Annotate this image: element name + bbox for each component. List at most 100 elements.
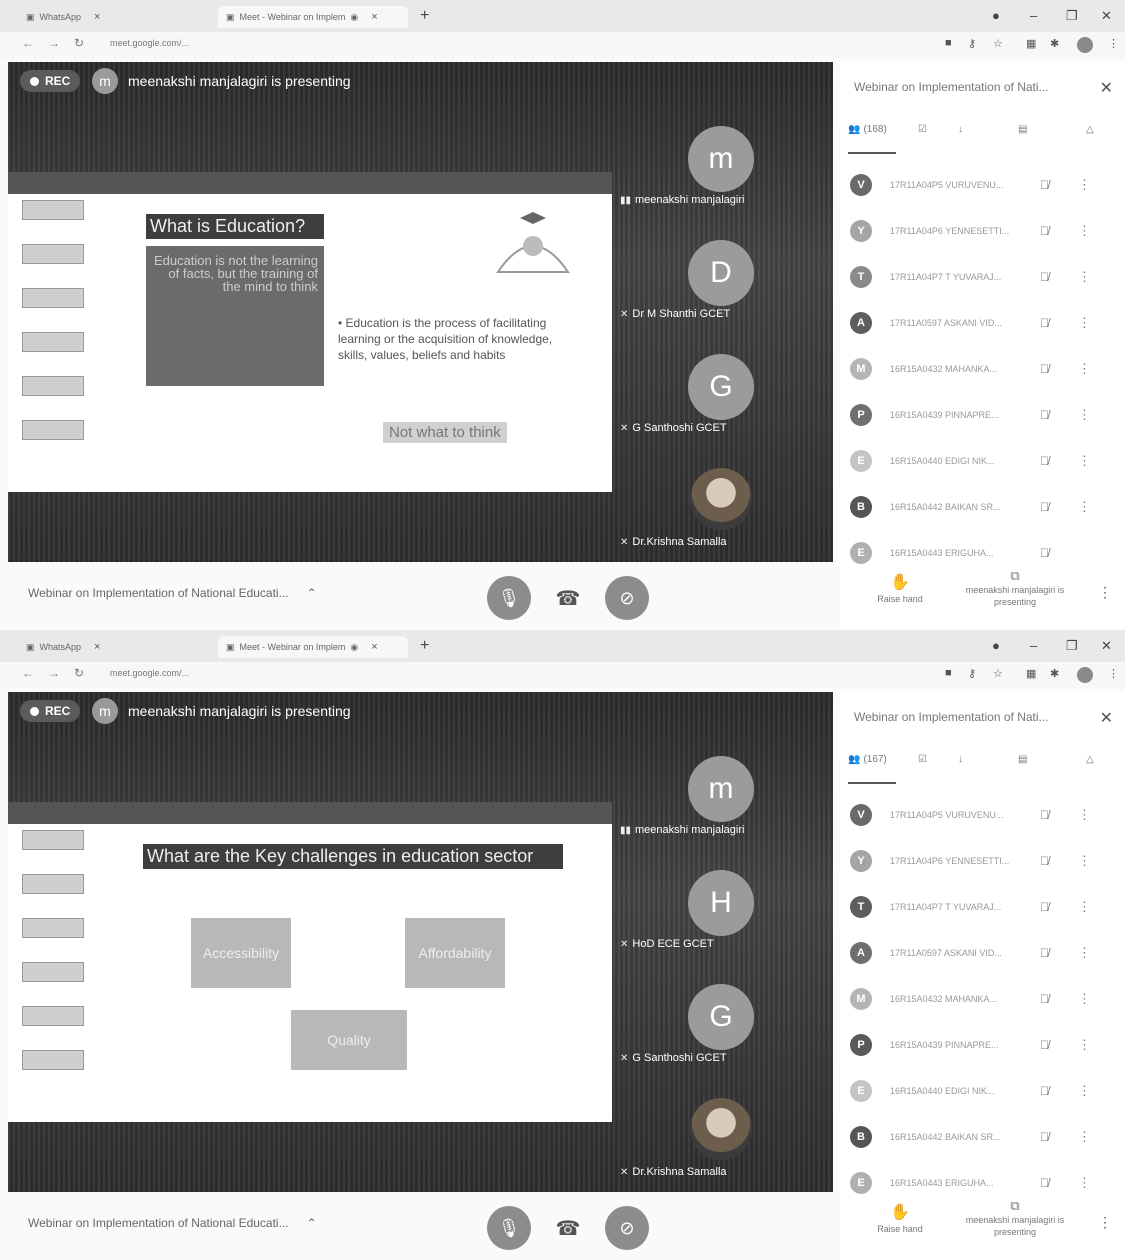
- raise-hand-button[interactable]: ✋ Raise hand: [870, 572, 930, 604]
- participant-tile-avatar[interactable]: D: [688, 240, 754, 306]
- participant-tile-avatar[interactable]: H: [688, 870, 754, 936]
- window-close-icon[interactable]: ✕: [1101, 8, 1112, 24]
- browser-menu-icon[interactable]: ⋮: [1108, 667, 1119, 680]
- close-tab-icon[interactable]: ×: [94, 641, 100, 653]
- more-options-icon[interactable]: ⋮: [1078, 453, 1091, 469]
- participant-photo[interactable]: [690, 1098, 752, 1160]
- browser-tab-meet[interactable]: ▣ Meet - Webinar on Implem ◉ ×: [218, 6, 408, 28]
- close-tab-icon[interactable]: ×: [94, 11, 100, 23]
- participant-tile-avatar[interactable]: G: [688, 984, 754, 1050]
- slide-thumbnail[interactable]: [22, 420, 84, 440]
- mic-toggle-button[interactable]: 🎙: [487, 1206, 531, 1250]
- tab-people[interactable]: 👥 (167): [848, 754, 887, 765]
- more-options-icon[interactable]: ⋮: [1078, 899, 1091, 915]
- more-options-icon[interactable]: ⋮: [1078, 223, 1091, 239]
- meeting-details[interactable]: Webinar on Implementation of National Ed…: [28, 586, 317, 600]
- list-item[interactable]: E 16R15A0440 EDIGI NIK... 🎙̸ ⋮: [850, 438, 1120, 484]
- key-icon[interactable]: ⚷: [968, 667, 976, 680]
- mic-off-icon[interactable]: 🎙̸: [1040, 1084, 1049, 1098]
- participant-tile-avatar[interactable]: m: [688, 756, 754, 822]
- slide-thumbnail[interactable]: [22, 332, 84, 352]
- list-item[interactable]: B 16R15A0442 BAIKAN SR... 🎙̸ ⋮: [850, 1114, 1120, 1160]
- mic-toggle-button[interactable]: 🎙: [487, 576, 531, 620]
- reload-icon[interactable]: ↻: [74, 36, 84, 50]
- more-options-icon[interactable]: ⋮: [1078, 177, 1091, 193]
- slide-thumbnail[interactable]: [22, 244, 84, 264]
- puzzle-icon[interactable]: ✱: [1050, 667, 1059, 680]
- tab-checklist[interactable]: ☑: [918, 754, 927, 765]
- more-options-icon[interactable]: ⋮: [1078, 315, 1091, 331]
- forward-icon[interactable]: →: [48, 666, 60, 680]
- tab-activities[interactable]: △: [1086, 124, 1094, 135]
- close-tab-icon[interactable]: ×: [371, 11, 377, 23]
- list-item[interactable]: M 16R15A0432 MAHANKA... 🎙̸ ⋮: [850, 976, 1120, 1022]
- leave-call-button[interactable]: ☎: [546, 1206, 590, 1250]
- close-tab-icon[interactable]: ×: [371, 641, 377, 653]
- browser-avatar[interactable]: [1077, 667, 1093, 683]
- browser-tab-whatsapp[interactable]: ▣ WhatsApp ×: [18, 6, 218, 28]
- more-options-icon[interactable]: ⋮: [1078, 361, 1091, 377]
- tab-download[interactable]: ↓: [958, 124, 963, 135]
- slide-thumbnail[interactable]: [22, 918, 84, 938]
- restore-icon[interactable]: ❐: [1066, 8, 1078, 24]
- mic-off-icon[interactable]: 🎙̸: [1040, 946, 1049, 960]
- tab-chat[interactable]: ▤: [1018, 124, 1027, 135]
- tab-people[interactable]: 👥 (168): [848, 124, 887, 135]
- minimize-icon[interactable]: –: [1030, 638, 1037, 653]
- mic-off-icon[interactable]: 🎙̸: [1040, 1130, 1049, 1144]
- star-icon[interactable]: ☆: [993, 667, 1003, 680]
- back-icon[interactable]: ←: [22, 666, 34, 680]
- mic-off-icon[interactable]: 🎙̸: [1040, 224, 1049, 238]
- mic-off-icon[interactable]: 🎙̸: [1040, 500, 1049, 514]
- more-options-icon[interactable]: ⋮: [1098, 584, 1112, 601]
- tab-activities[interactable]: △: [1086, 754, 1094, 765]
- tab-download[interactable]: ↓: [958, 754, 963, 765]
- more-options-icon[interactable]: ⋮: [1078, 807, 1091, 823]
- more-options-icon[interactable]: ⋮: [1078, 853, 1091, 869]
- list-item[interactable]: T 17R11A04P7 T YUVARAJ... 🎙̸ ⋮: [850, 884, 1120, 930]
- more-options-icon[interactable]: ⋮: [1078, 945, 1091, 961]
- close-icon[interactable]: ✕: [1100, 78, 1113, 98]
- more-options-icon[interactable]: ⋮: [1078, 991, 1091, 1007]
- presenting-status[interactable]: ⧉ meenakshi manjalagiri is presenting: [960, 1199, 1070, 1238]
- tab-chat[interactable]: ▤: [1018, 754, 1027, 765]
- chevron-up-icon[interactable]: ⌃: [307, 586, 317, 600]
- mic-off-icon[interactable]: 🎙̸: [1040, 316, 1049, 330]
- slide-thumbnail[interactable]: [22, 376, 84, 396]
- leave-call-button[interactable]: ☎: [546, 576, 590, 620]
- more-options-icon[interactable]: ⋮: [1078, 1037, 1091, 1053]
- list-item[interactable]: P 16R15A0439 PINNAPRE... 🎙̸ ⋮: [850, 392, 1120, 438]
- mic-off-icon[interactable]: 🎙̸: [1040, 178, 1049, 192]
- puzzle-icon[interactable]: ✱: [1050, 37, 1059, 50]
- slide-thumbnail[interactable]: [22, 962, 84, 982]
- more-options-icon[interactable]: ⋮: [1078, 407, 1091, 423]
- new-tab-icon[interactable]: +: [420, 7, 429, 25]
- participant-tile-avatar[interactable]: m: [688, 126, 754, 192]
- close-icon[interactable]: ✕: [1100, 708, 1113, 728]
- mic-off-icon[interactable]: 🎙̸: [1040, 270, 1049, 284]
- key-icon[interactable]: ⚷: [968, 37, 976, 50]
- slide-thumbnail[interactable]: [22, 1006, 84, 1026]
- browser-menu-icon[interactable]: ⋮: [1108, 37, 1119, 50]
- extension-icon[interactable]: ▦: [1026, 667, 1036, 680]
- list-item[interactable]: A 17R11A0597 ASKANI VID... 🎙̸ ⋮: [850, 930, 1120, 976]
- list-item[interactable]: P 16R15A0439 PINNAPRE... 🎙̸ ⋮: [850, 1022, 1120, 1068]
- slide-thumbnail[interactable]: [22, 288, 84, 308]
- more-options-icon[interactable]: ⋮: [1078, 499, 1091, 515]
- back-icon[interactable]: ←: [22, 36, 34, 50]
- more-options-icon[interactable]: ⋮: [1098, 1214, 1112, 1231]
- restore-icon[interactable]: ❐: [1066, 638, 1078, 654]
- mic-off-icon[interactable]: 🎙̸: [1040, 408, 1049, 422]
- list-item[interactable]: E 16R15A0440 EDIGI NIK... 🎙̸ ⋮: [850, 1068, 1120, 1114]
- slide-thumbnail[interactable]: [22, 874, 84, 894]
- camera-icon[interactable]: ■: [945, 37, 952, 49]
- browser-avatar[interactable]: [1077, 37, 1093, 53]
- presenting-status[interactable]: ⧉ meenakshi manjalagiri is presenting: [960, 569, 1070, 608]
- mic-off-icon[interactable]: 🎙̸: [1040, 1176, 1049, 1190]
- mic-off-icon[interactable]: 🎙̸: [1040, 992, 1049, 1006]
- more-options-icon[interactable]: ⋮: [1078, 269, 1091, 285]
- camera-icon[interactable]: ■: [945, 667, 952, 679]
- mic-off-icon[interactable]: 🎙̸: [1040, 362, 1049, 376]
- window-close-icon[interactable]: ✕: [1101, 638, 1112, 654]
- list-item[interactable]: A 17R11A0597 ASKANI VID... 🎙̸ ⋮: [850, 300, 1120, 346]
